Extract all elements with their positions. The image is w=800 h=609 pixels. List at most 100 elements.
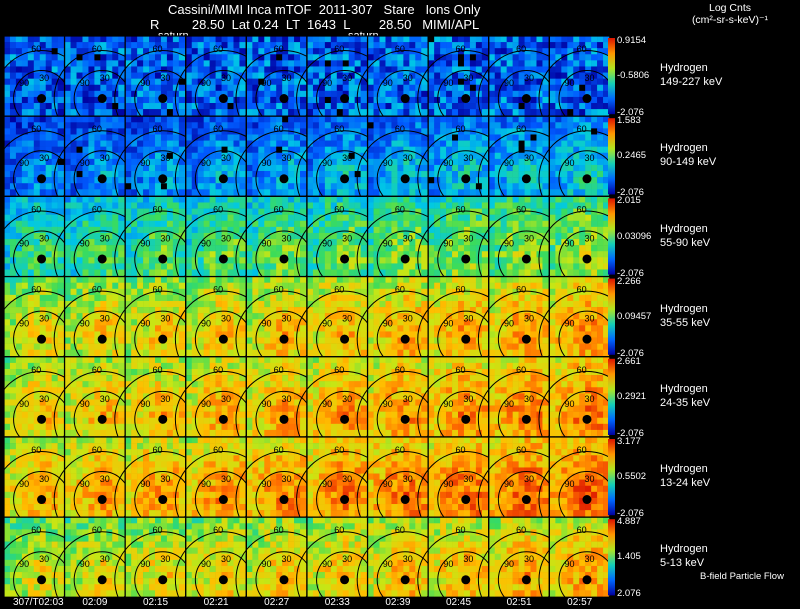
contour-label: 30: [39, 233, 49, 243]
contour-label: 90: [322, 78, 332, 88]
contour-label: 60: [516, 44, 526, 54]
contour-label: 30: [524, 233, 534, 243]
contour-label: 90: [322, 158, 332, 168]
saturn-marker: [582, 94, 592, 104]
energy-range-label: 24-35 keV: [660, 396, 711, 409]
colorbar-max-label: 4.887: [617, 516, 641, 528]
contour-label: 90: [262, 158, 272, 168]
saturn-marker: [521, 414, 531, 424]
contour-label: 30: [221, 474, 231, 484]
contour-label: 30: [160, 233, 170, 243]
b-field-particle-flow-note: B-field Particle Flow: [700, 571, 784, 582]
contour-label: 30: [524, 73, 534, 83]
saturn-marker: [279, 495, 289, 505]
contour-label: 60: [31, 204, 41, 214]
saturn-marker: [340, 334, 350, 344]
saturn-marker: [37, 174, 47, 184]
saturn-marker: [158, 334, 168, 344]
saturn-marker: [582, 334, 592, 344]
saturn-marker: [582, 414, 592, 424]
contour-label: 90: [80, 559, 90, 569]
contour-label: 30: [221, 73, 231, 83]
contour-label: 60: [577, 365, 587, 375]
saturn-marker: [400, 174, 410, 184]
contour-label: 60: [274, 204, 284, 214]
contour-label: 90: [262, 78, 272, 88]
contour-label: 60: [92, 204, 102, 214]
saturn-marker: [582, 495, 592, 505]
contour-label: 60: [213, 204, 223, 214]
saturn-marker: [521, 495, 531, 505]
contour-label: 30: [585, 73, 595, 83]
contour-label: 90: [565, 78, 575, 88]
contour-label: 90: [443, 399, 453, 409]
contour-label: 30: [39, 153, 49, 163]
contour-label: 30: [524, 474, 534, 484]
contour-label: 30: [585, 554, 595, 564]
time-label: 02:45: [445, 597, 472, 608]
contour-label: 90: [322, 559, 332, 569]
saturn-marker: [97, 575, 107, 585]
contour-label: 60: [516, 365, 526, 375]
species-label: Hydrogen: [660, 543, 708, 556]
saturn-marker: [582, 174, 592, 184]
contour-label: 60: [213, 285, 223, 295]
contour-label: 30: [100, 394, 110, 404]
contour-label: 60: [152, 285, 162, 295]
colorbar-max-label: 1.583: [617, 115, 641, 127]
contour-label: 30: [100, 554, 110, 564]
contour-label: 30: [282, 314, 292, 324]
saturn-marker: [158, 414, 168, 424]
contour-label: 90: [383, 78, 393, 88]
contour-label: 30: [221, 153, 231, 163]
contour-label: 60: [577, 204, 587, 214]
saturn-marker: [158, 94, 168, 104]
contour-label: 30: [403, 474, 413, 484]
time-label: 02:27: [264, 597, 290, 608]
contour-label: 30: [282, 73, 292, 83]
contour-label: 30: [463, 474, 473, 484]
contour-label: 60: [31, 285, 41, 295]
saturn-marker: [97, 414, 107, 424]
saturn-marker: [279, 254, 289, 264]
contour-label: 30: [160, 73, 170, 83]
contour-label: 30: [524, 153, 534, 163]
saturn-marker: [218, 575, 228, 585]
contour-label: 90: [80, 78, 90, 88]
energy-range-label: 13-24 keV: [660, 477, 711, 490]
contour-label: 90: [262, 399, 272, 409]
contour-label: 60: [455, 365, 465, 375]
saturn-marker: [97, 94, 107, 104]
saturn-marker: [521, 334, 531, 344]
contour-label: 90: [443, 559, 453, 569]
contour-label: 60: [395, 44, 405, 54]
contour-label: 60: [152, 124, 162, 134]
contour-label: 60: [213, 445, 223, 455]
contour-label: 60: [395, 204, 405, 214]
saturn-marker: [279, 94, 289, 104]
energy-range-label: 55-90 keV: [660, 236, 711, 249]
time-label: 02:33: [324, 597, 350, 608]
contour-label: 60: [274, 525, 284, 535]
colorbar: [608, 519, 615, 596]
contour-label: 90: [383, 479, 393, 489]
energy-row-6: 60 30 90 60 30 90 60 30 90 60 30 90 60 30 90 60 30 90 60 30…: [0, 516, 636, 609]
contour-label: 30: [100, 474, 110, 484]
contour-label: 30: [463, 153, 473, 163]
contour-label: 60: [334, 445, 344, 455]
contour-label: 90: [140, 399, 150, 409]
time-label: 02:09: [82, 597, 108, 608]
contour-label: 60: [577, 44, 587, 54]
contour-label: 60: [334, 365, 344, 375]
contour-label: 60: [577, 525, 587, 535]
contour-label: 90: [80, 319, 90, 329]
contour-label: 30: [39, 474, 49, 484]
colorbar-mid-label: 1.405: [617, 551, 641, 563]
contour-label: 30: [39, 73, 49, 83]
contour-label: 30: [585, 474, 595, 484]
saturn-marker: [158, 575, 168, 585]
contour-label: 90: [565, 158, 575, 168]
saturn-marker: [461, 575, 471, 585]
contour-label: 90: [80, 238, 90, 248]
contour-label: 30: [282, 233, 292, 243]
